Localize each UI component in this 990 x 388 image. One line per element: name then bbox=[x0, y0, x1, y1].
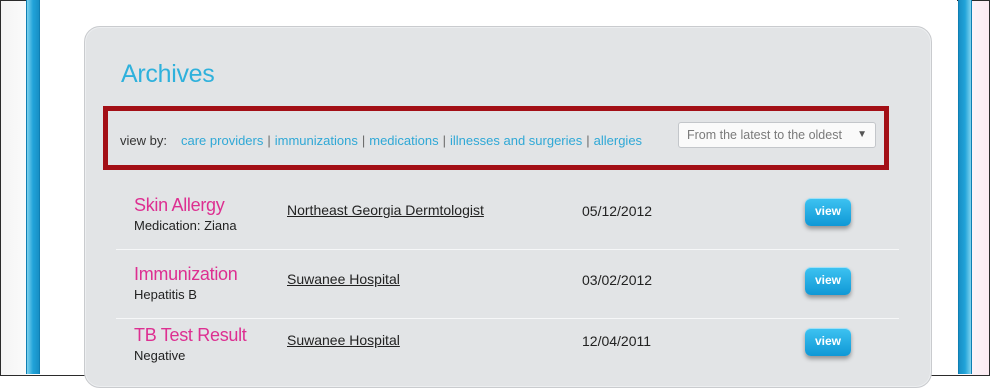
filter-allergies[interactable]: allergies bbox=[594, 133, 642, 148]
view-button[interactable]: view bbox=[805, 267, 851, 295]
record-provider-link[interactable]: Suwanee Hospital bbox=[287, 271, 400, 287]
separator: | bbox=[267, 133, 271, 148]
record-provider-link[interactable]: Suwanee Hospital bbox=[287, 332, 400, 348]
separator: | bbox=[361, 133, 366, 148]
filter-illnesses-and-surgeries[interactable]: illnesses and surgeries bbox=[450, 133, 582, 148]
record-title: Skin Allergy bbox=[134, 195, 225, 215]
table-row: Immunization Hepatitis B Suwanee Hospita… bbox=[116, 264, 899, 319]
filter-links: care providers | immunizations | medications… bbox=[181, 133, 642, 148]
record-date: 05/12/2012 bbox=[582, 203, 653, 219]
filter-care-providers[interactable]: care providers bbox=[181, 133, 263, 148]
record-title: TB Test Result bbox=[134, 325, 247, 345]
record-date: 12/04/2011 bbox=[582, 333, 652, 349]
record-provider-link[interactable]: Northeast Georgia Dermtologist bbox=[287, 202, 484, 218]
sort-selected-value: From the latest to the oldest bbox=[687, 128, 842, 142]
view-by-label: view by: bbox=[120, 133, 167, 148]
separator: | bbox=[442, 133, 447, 148]
sort-order-select[interactable]: From the latest to the oldest ▼ bbox=[678, 122, 876, 148]
left-decorative-bar bbox=[26, 0, 40, 374]
table-row: TB Test Result Negative Suwanee Hospital… bbox=[116, 325, 899, 379]
triangle-down-icon: ▼ bbox=[857, 129, 867, 140]
separator: | bbox=[586, 133, 590, 148]
record-subtitle: Negative bbox=[134, 348, 186, 363]
filter-medications[interactable]: medications bbox=[369, 133, 438, 148]
record-subtitle: Medication: Ziana bbox=[134, 218, 237, 233]
record-title: Immunization bbox=[134, 264, 238, 284]
record-date: 03/02/2012 bbox=[582, 272, 653, 288]
table-row: Skin Allergy Medication: Ziana Northeast… bbox=[116, 195, 899, 250]
right-decorative-bar bbox=[958, 0, 972, 374]
filter-immunizations[interactable]: immunizations bbox=[275, 133, 358, 148]
view-button[interactable]: view bbox=[805, 328, 851, 356]
view-button[interactable]: view bbox=[805, 198, 851, 226]
record-subtitle: Hepatitis B bbox=[134, 287, 197, 302]
page-title: Archives bbox=[121, 60, 215, 88]
